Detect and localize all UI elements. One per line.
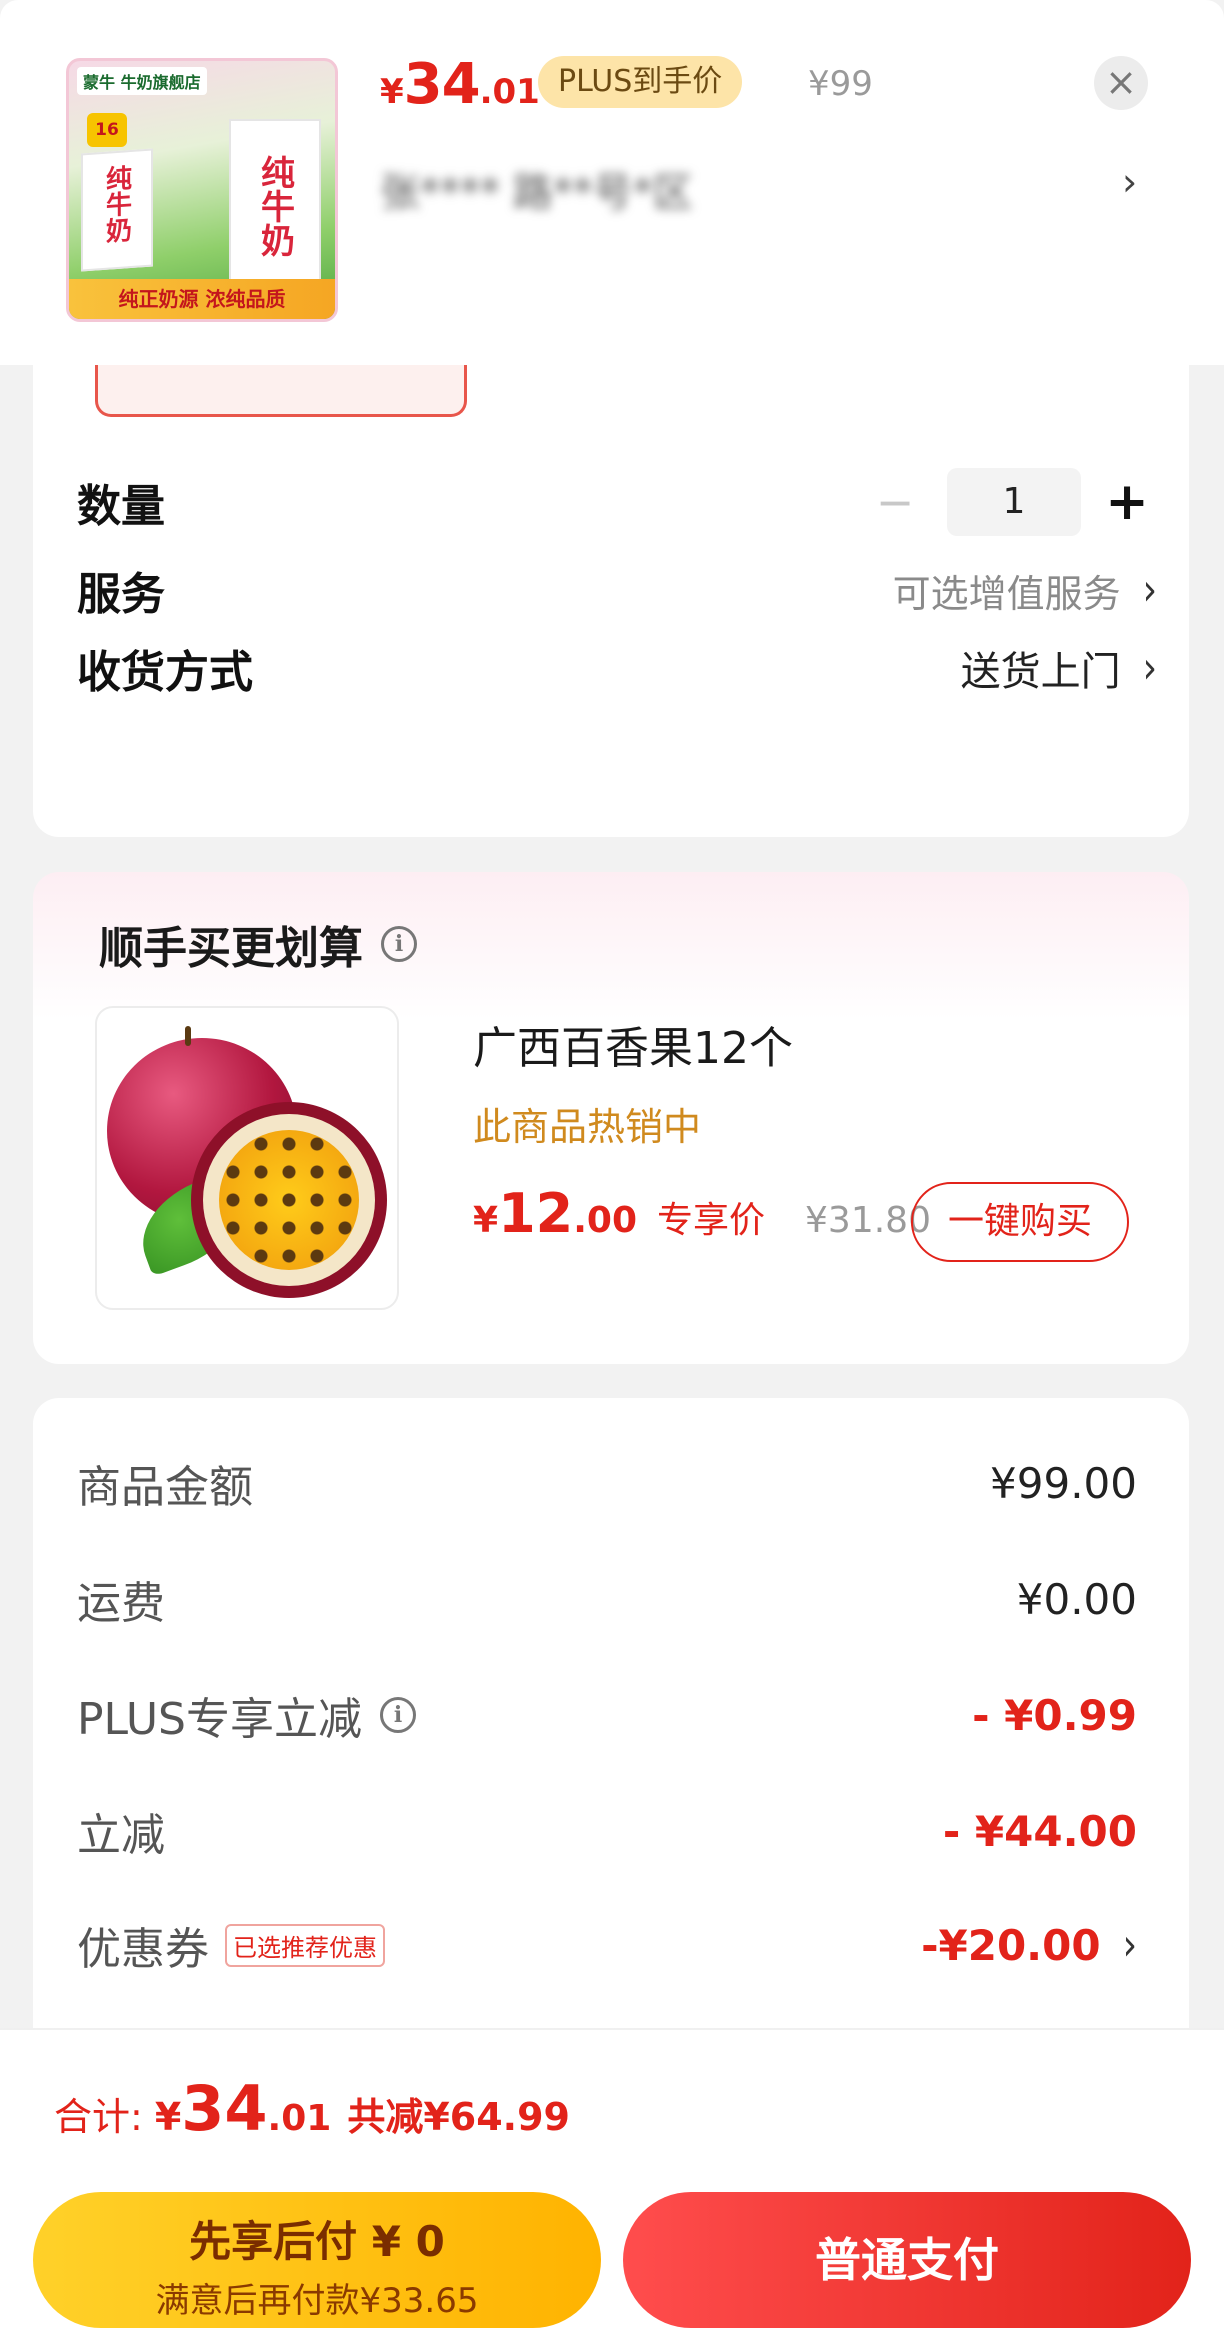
plus-price-tag: PLUS到手价 [538, 56, 743, 108]
service-value: 可选增值服务 [892, 571, 1121, 616]
bundle-price-decimal: .00 [573, 1200, 637, 1241]
pay-later-button[interactable]: 先享后付 ¥ 0 满意后再付款¥33.65 [33, 2192, 601, 2328]
fruit-stem-shape [185, 1026, 191, 1046]
coupon-value-group: -¥20.00 › [921, 1920, 1137, 1970]
payment-bar: 先享后付 ¥ 0 满意后再付款¥33.65 普通支付 [0, 2178, 1224, 2344]
shipping-label: 运费 [77, 1578, 165, 1629]
price-currency: ¥ [380, 72, 404, 112]
pay-later-subtitle: 满意后再付款¥33.65 [155, 2281, 479, 2321]
original-price: ¥99 [808, 64, 873, 104]
recommended-coupon-badge: 已选推荐优惠 [225, 1923, 385, 1967]
total-currency: ¥ [154, 2095, 182, 2139]
goods-amount-label: 商品金额 [77, 1462, 253, 1513]
bundle-price: ¥ 12 .00 专享价 ¥31.80 [473, 1182, 931, 1245]
total-saved: 共减¥64.99 [347, 2095, 570, 2139]
coupon-value: -¥20.00 [921, 1920, 1101, 1970]
milk-box-small-text: 纯牛奶 [101, 163, 132, 245]
plus-discount-row: PLUS专享立减 i - ¥0.99 [77, 1680, 1137, 1750]
site-watermark [1064, 2250, 1224, 2340]
bundle-card: 顺手买更划算 i 广西百香果12个 此商品热销中 ¥ 12 .00 专享价 ¥3… [33, 872, 1189, 1364]
one-click-buy-button[interactable]: 一键购买 [911, 1182, 1129, 1262]
close-button[interactable]: × [1094, 56, 1148, 110]
cut-fruit-shape [191, 1102, 387, 1298]
price-integer: 34 [403, 52, 481, 117]
bundle-product-name[interactable]: 广西百香果12个 [473, 1012, 793, 1076]
milk-box-large-text: 纯牛奶 [254, 155, 295, 257]
instant-discount-label: 立减 [77, 1810, 165, 1861]
shipping-value: ¥0.00 [1016, 1574, 1137, 1624]
order-total: 合计: ¥ 34 .01 共减¥64.99 [54, 2072, 570, 2145]
instant-discount-value: - ¥44.00 [942, 1806, 1137, 1856]
order-options-card: 数量 − 1 + 服务 可选增值服务 › 收货方式 送货上门 › [33, 365, 1189, 837]
plus-discount-label: PLUS专享立减 [77, 1694, 362, 1745]
info-icon[interactable]: i [380, 1697, 416, 1733]
product-header: 蒙牛 牛奶旗舰店 16 纯牛奶 纯牛奶 纯正奶源 浓纯品质 ¥ 34 .01 P… [0, 0, 1224, 365]
chevron-right-icon[interactable]: › [1122, 160, 1137, 204]
quantity-input[interactable]: 1 [947, 468, 1081, 536]
chevron-right-icon: › [1142, 643, 1157, 693]
increment-button[interactable]: + [1097, 472, 1157, 532]
brand-label: 蒙牛 牛奶旗舰店 [77, 67, 207, 95]
total-bar: 合计: ¥ 34 .01 共减¥64.99 [0, 2028, 1224, 2178]
bundle-title-text: 顺手买更划算 [99, 923, 363, 974]
instant-discount-row: 立减 - ¥44.00 [77, 1796, 1137, 1866]
coupon-label: 优惠券 [77, 1924, 209, 1975]
coupon-label-group: 优惠券 已选推荐优惠 [77, 1913, 385, 1977]
bundle-price-integer: 12 [498, 1182, 574, 1245]
exclusive-price-label: 专享价 [657, 1200, 766, 1241]
coupon-row[interactable]: 优惠券 已选推荐优惠 -¥20.00 › [77, 1910, 1137, 1980]
bundle-price-currency: ¥ [473, 1200, 499, 1241]
delivery-method-row[interactable]: 收货方式 送货上门 › [77, 633, 1157, 703]
selected-spec-chip[interactable] [95, 365, 467, 417]
quantity-stepper: − 1 + [865, 468, 1157, 536]
plus-discount-label-group: PLUS专享立减 i [77, 1683, 416, 1747]
milk-box-large: 纯牛奶 [229, 119, 321, 283]
passion-fruit-image[interactable] [95, 1006, 399, 1310]
service-row[interactable]: 服务 可选增值服务 › [77, 555, 1157, 625]
final-price: ¥ 34 .01 [380, 52, 540, 117]
price-decimal: .01 [479, 72, 540, 112]
plus-discount-value: - ¥0.99 [972, 1690, 1137, 1740]
delivery-method-label: 收货方式 [77, 647, 253, 698]
milk-box-small: 纯牛奶 [81, 148, 153, 272]
decrement-button[interactable]: − [865, 475, 925, 529]
chevron-right-icon: › [1142, 565, 1157, 615]
hot-selling-label: 此商品热销中 [473, 1105, 702, 1149]
shipping-row: 运费 ¥0.00 [77, 1564, 1137, 1634]
product-slogan: 纯正奶源 浓纯品质 [69, 279, 335, 319]
goods-amount-value: ¥99.00 [990, 1458, 1137, 1508]
goods-amount-row: 商品金额 ¥99.00 [77, 1448, 1137, 1518]
price-breakdown-card: 商品金额 ¥99.00 运费 ¥0.00 PLUS专享立减 i - ¥0.99 … [33, 1398, 1189, 2098]
delivery-address[interactable]: 张**** 路**号*区 [380, 160, 1060, 210]
info-icon[interactable]: i [381, 926, 417, 962]
pay-later-title: 先享后付 ¥ 0 [189, 2217, 445, 2266]
bundle-title: 顺手买更划算 i [99, 912, 417, 976]
total-label: 合计: [54, 2095, 143, 2139]
delivery-method-value: 送货上门 [960, 649, 1121, 695]
total-decimal: .01 [267, 2098, 332, 2139]
chevron-right-icon: › [1122, 1920, 1137, 1970]
pack-count-badge: 16 [87, 113, 127, 147]
quantity-label: 数量 [77, 481, 165, 532]
total-integer: 34 [181, 2072, 268, 2145]
quantity-row: 数量 − 1 + [77, 467, 1157, 537]
service-label: 服务 [77, 569, 165, 620]
product-thumbnail: 蒙牛 牛奶旗舰店 16 纯牛奶 纯牛奶 纯正奶源 浓纯品质 [66, 58, 338, 322]
